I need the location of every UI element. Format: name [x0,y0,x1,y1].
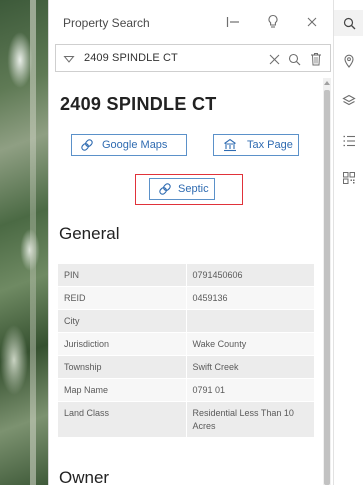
table-row: PIN 0791450606 [58,264,314,287]
attr-label: Township [58,355,187,379]
building-icon [223,138,237,152]
general-heading: General [59,224,120,243]
septic-button[interactable]: Septic [149,178,215,200]
satellite-map[interactable] [0,0,48,485]
attr-label: PIN [58,264,187,287]
qr-icon[interactable] [339,168,359,188]
layers-icon[interactable] [339,91,359,111]
table-row: Township Swift Creek [58,355,314,379]
list-icon[interactable] [339,131,359,151]
search-input[interactable]: 2409 SPINDLE CT [84,52,178,64]
link-icon [158,182,172,196]
google-maps-label: Google Maps [102,139,168,151]
owner-heading: Owner [59,468,110,485]
link-icon [80,138,94,152]
attr-value [186,309,314,333]
property-address-title: 2409 SPINDLE CT [60,94,217,114]
attr-value: 0791450606 [186,264,314,287]
attr-label: City [58,309,187,333]
attr-value: 0791 01 [186,378,314,402]
toolbar-search-icon[interactable] [334,10,363,36]
close-icon[interactable] [302,12,322,32]
scrollbar-thumb[interactable] [324,90,330,485]
table-row: Jurisdiction Wake County [58,332,314,356]
panel-header: Property Search [49,0,334,44]
trash-icon[interactable] [306,49,326,69]
table-row: Map Name 0791 01 [58,378,314,402]
property-search-panel: Property Search 2409 SPINDLE CT 2409 SPI… [48,0,333,485]
attr-value: 0459136 [186,286,314,310]
panel-title: Property Search [63,16,150,30]
septic-label: Septic [178,183,209,195]
table-row: REID 0459136 [58,286,314,310]
dock-icon[interactable] [223,12,243,32]
search-bar: 2409 SPINDLE CT [55,44,331,72]
caret-down-icon[interactable] [62,52,76,66]
scroll-up-arrow-icon[interactable] [324,81,330,85]
right-toolbar [333,0,363,485]
attr-value: Swift Creek [186,355,314,379]
general-attributes-table: PIN 0791450606 REID 0459136 City Jurisdi… [58,264,314,438]
attr-label: Map Name [58,378,187,402]
attr-value: Wake County [186,332,314,356]
google-maps-button[interactable]: Google Maps [71,134,187,156]
scrollbar[interactable] [323,78,331,485]
lightbulb-icon[interactable] [263,12,283,32]
pin-icon[interactable] [339,51,359,71]
attr-label: REID [58,286,187,310]
table-row: Land Class Residential Less Than 10 Acre… [58,401,314,438]
attr-label: Land Class [58,401,187,438]
property-details: 2409 SPINDLE CT Google Maps Tax Page Sep… [49,78,321,485]
attr-value: Residential Less Than 10 Acres [186,401,314,438]
search-icon[interactable] [284,49,304,69]
attr-label: Jurisdiction [58,332,187,356]
table-row: City [58,309,314,333]
clear-icon[interactable] [264,49,284,69]
tax-page-label: Tax Page [247,139,293,151]
tax-page-button[interactable]: Tax Page [213,134,299,156]
